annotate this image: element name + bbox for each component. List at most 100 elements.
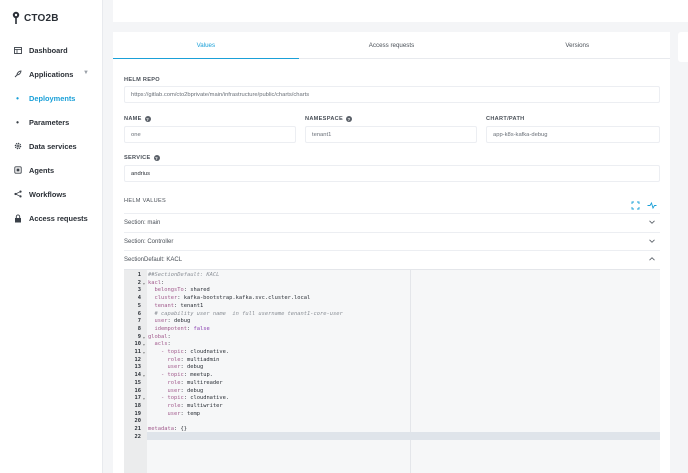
code-text: metadata: {}: [148, 426, 187, 432]
section-label: Section: Controller: [124, 238, 174, 245]
editor-line[interactable]: 13 user: debug: [124, 364, 660, 372]
sidebar-item-label: Access requests: [29, 213, 88, 223]
code-text: idempotent: false: [154, 325, 210, 332]
line-number: 21: [134, 426, 142, 432]
helm-repo-field[interactable]: https://gitlab.com/cto2bprivate/main/inf…: [124, 86, 660, 103]
helm-values-toolbar: [631, 197, 657, 210]
code-text: acls:: [154, 341, 171, 348]
rocket-icon: [13, 70, 22, 79]
line-number: 17: [134, 395, 142, 402]
sidebar-item-applications[interactable]: Applications ▼: [0, 62, 103, 86]
line-number: 5: [137, 302, 141, 309]
editor-line[interactable]: 18 role: multiwriter: [124, 403, 660, 411]
tab-access-requests[interactable]: Access requests: [299, 32, 485, 58]
yaml-editor[interactable]: 1 ##SectionDefault: KACL 2 ▾ kacl: 3 belongsT…: [124, 269, 660, 473]
fold-toggle-icon[interactable]: ▾: [141, 280, 147, 288]
code-text: role: multiwriter: [167, 402, 223, 409]
fullscreen-icon[interactable]: [631, 197, 640, 210]
help-icon[interactable]: ?: [346, 116, 353, 122]
editor-line[interactable]: 6 # capability user name in full usernam…: [124, 311, 660, 319]
line-number: 8: [137, 325, 141, 332]
editor-line[interactable]: 14 ▾ - topic: meetup.: [124, 372, 660, 380]
chevron-up-icon[interactable]: [648, 255, 656, 263]
editor-line[interactable]: 16 user: debug: [124, 388, 660, 396]
sidebar-item-agents[interactable]: Agents: [0, 158, 103, 182]
tab-values[interactable]: Values: [113, 32, 299, 59]
sidebar-item-workflows[interactable]: Workflows: [0, 182, 103, 206]
editor-line[interactable]: 19 user: temp: [124, 411, 660, 419]
line-number: 19: [134, 410, 142, 417]
line-number: 12: [134, 356, 142, 363]
line-number: 1: [137, 272, 141, 278]
fold-toggle-icon[interactable]: ▾: [141, 341, 147, 349]
line-number: 22: [134, 433, 142, 440]
name-label-text: NAME: [124, 116, 142, 122]
chevron-down-icon[interactable]: ▼: [83, 70, 89, 76]
chart-path-field[interactable]: app-k8s-kafka-debug: [486, 126, 660, 143]
editor-line[interactable]: 7 user: debug: [124, 318, 660, 326]
editor-line[interactable]: 10 ▾ acls:: [124, 341, 660, 349]
editor-line[interactable]: 3 belongsTo: shared: [124, 287, 660, 295]
sidebar: CTO2B Dashboard Applications ▼ • Deploym…: [0, 0, 103, 473]
service-field[interactable]: andrius: [124, 165, 660, 182]
namespace-label-text: NAMESPACE: [305, 116, 344, 122]
fold-toggle-icon[interactable]: ▾: [141, 372, 147, 380]
top-bar: [113, 0, 688, 22]
service-label-text: SERVICE: [124, 155, 151, 161]
sidebar-item-label: Agents: [29, 165, 55, 175]
fold-toggle-icon[interactable]: ▾: [141, 334, 147, 342]
line-number: 14: [134, 372, 142, 379]
chart-path-label: CHART/PATH: [486, 116, 525, 122]
line-number: 6: [137, 310, 141, 317]
section-default-kacl[interactable]: SectionDefault: KACL: [124, 250, 660, 268]
service-label: SERVICE ?: [124, 155, 160, 161]
fold-toggle-icon[interactable]: ▾: [141, 349, 147, 357]
sidebar-item-deployments[interactable]: • Deployments: [0, 86, 103, 110]
editor-line[interactable]: 4 cluster: kafka-bootstrap.kafka.svc.clu…: [124, 295, 660, 303]
line-number: 18: [134, 402, 142, 409]
editor-line[interactable]: 8 idempotent: false: [124, 326, 660, 334]
editor-line[interactable]: 20: [124, 418, 660, 426]
editor-line[interactable]: 2 ▾ kacl:: [124, 280, 660, 288]
editor-line[interactable]: 15 role: multireader: [124, 380, 660, 388]
section-controller[interactable]: Section: Controller: [124, 232, 660, 250]
chart-path-label-text: CHART/PATH: [486, 116, 525, 122]
name-field[interactable]: one: [124, 126, 296, 143]
code-text: user: debug: [167, 364, 204, 371]
editor-line[interactable]: 11 ▾ - topic: cloudnative.: [124, 349, 660, 357]
logo-text: CTO2B: [24, 12, 59, 24]
side-panel-edge: [678, 32, 688, 62]
sidebar-item-dashboard[interactable]: Dashboard: [0, 38, 103, 62]
editor-line[interactable]: 21 metadata: {}: [124, 426, 660, 434]
editor-line[interactable]: 9 ▾ global:: [124, 334, 660, 342]
sidebar-item-label: Deployments: [29, 93, 76, 103]
sidebar-item-parameters[interactable]: • Parameters: [0, 110, 103, 134]
sidebar-item-label: Parameters: [29, 117, 70, 127]
section-main[interactable]: Section: main: [124, 213, 660, 231]
editor-line[interactable]: 17 ▾ - topic: cloudnative.: [124, 395, 660, 403]
namespace-label: NAMESPACE ?: [305, 116, 353, 122]
helm-values-label: HELM VALUES: [124, 198, 166, 204]
sidebar-item-access-requests[interactable]: Access requests: [0, 206, 103, 230]
editor-line[interactable]: 1 ##SectionDefault: KACL: [124, 272, 660, 280]
section-label: Section: main: [124, 219, 161, 226]
chevron-down-icon[interactable]: [648, 237, 656, 245]
namespace-field[interactable]: tenant1: [305, 126, 477, 143]
editor-line[interactable]: 12 role: multiadmin: [124, 357, 660, 365]
line-number: 20: [134, 418, 142, 425]
editor-line[interactable]: 5 tenant: tenant1: [124, 303, 660, 311]
line-number: 16: [134, 387, 142, 394]
editor-line[interactable]: 22: [124, 434, 660, 442]
help-icon[interactable]: ?: [153, 155, 160, 161]
tab-versions[interactable]: Versions: [484, 32, 670, 58]
fold-toggle-icon[interactable]: ▾: [141, 395, 147, 403]
code-text: kacl:: [148, 279, 165, 286]
compare-icon[interactable]: [647, 197, 657, 210]
line-number: 2: [137, 279, 141, 286]
logo[interactable]: CTO2B: [11, 11, 59, 25]
code-text: role: multireader: [167, 379, 223, 386]
sidebar-item-data-services[interactable]: Data services: [0, 134, 103, 158]
chevron-down-icon[interactable]: [648, 218, 656, 226]
help-icon[interactable]: ?: [144, 116, 151, 122]
line-number: 3: [137, 287, 141, 294]
